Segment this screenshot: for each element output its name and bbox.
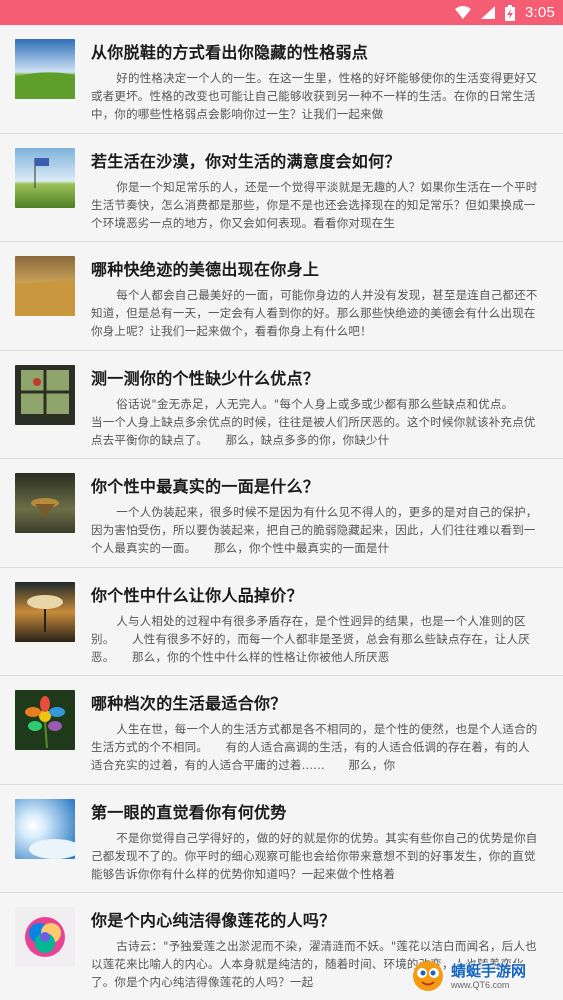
article-thumbnail (15, 39, 75, 99)
list-item[interactable]: 第一眼的直觉看你有何优势 不是你觉得自己学得好的，做的好的就是你的优势。其实有些… (0, 784, 563, 893)
article-title[interactable]: 你个性中最真实的一面是什么？ (91, 473, 553, 497)
article-summary: 俗话说"金无赤足，人无完人。"每个人身上或多或少都有那么些缺点和优点。 当一个人… (91, 396, 536, 447)
article-summary: 人生在世，每一个人的生活方式都是各不相同的，是个性的使然，也是个人适合的生活方式… (91, 722, 538, 772)
article-title[interactable]: 测一测你的个性缺少什么优点？ (91, 365, 553, 389)
article-summary: 你是一个知足常乐的人，还是一个觉得平淡就是无趣的人？如果你生活在一个平时生活节奏… (91, 179, 538, 230)
list-item[interactable]: 测一测你的个性缺少什么优点？ 俗话说"金无赤足，人无完人。"每个人身上或多或少都… (0, 350, 563, 459)
article-title[interactable]: 从你脱鞋的方式看出你隐藏的性格弱点 (91, 39, 553, 63)
article-thumbnail (15, 147, 75, 208)
article-thumbnail (15, 256, 75, 316)
article-thumbnail (15, 581, 75, 642)
article-summary: 一个人伪装起来，很多时候不是因为有什么见不得人的，更多的是对自己的保护，因为害怕… (91, 505, 538, 555)
battery-charging-icon (505, 4, 515, 21)
article-title[interactable]: 哪种档次的生活最适合你？ (91, 690, 553, 714)
article-summary: 人与人相处的过程中有很多矛盾存在，是个性迥异的结果，也是一个人准则的区别。 人性… (91, 613, 530, 664)
list-item[interactable]: 从你脱鞋的方式看出你隐藏的性格弱点 好的性格决定一个人的一生。在这一生里，性格的… (0, 25, 563, 134)
article-title[interactable]: 若生活在沙漠，你对生活的满意度会如何？ (91, 148, 553, 172)
article-title[interactable]: 你是个内心纯洁得像莲花的人吗？ (91, 907, 553, 931)
article-thumbnail (15, 364, 75, 425)
watermark-url: www.QT6.com (451, 980, 510, 990)
list-item[interactable]: 哪种快绝迹的美德出现在你身上 每个人都会自己最美好的一面，可能你身边的人并没有发… (0, 242, 563, 351)
article-title[interactable]: 哪种快绝迹的美德出现在你身上 (91, 256, 553, 280)
article-summary: 每个人都会自己最美好的一面，可能你身边的人并没有发现，甚至是连自己都还不知道，但… (91, 288, 538, 338)
article-title[interactable]: 你个性中什么让你人品掉价？ (91, 582, 553, 606)
list-item[interactable]: 你个性中什么让你人品掉价？ 人与人相处的过程中有很多矛盾存在，是个性迥异的结果，… (0, 567, 563, 676)
article-title[interactable]: 第一眼的直觉看你有何优势 (91, 799, 553, 823)
list-item[interactable]: 哪种档次的生活最适合你？ 人生在世，每一个人的生活方式都是各不相同的，是个性的使… (0, 676, 563, 785)
list-item[interactable]: 若生活在沙漠，你对生活的满意度会如何？ 你是一个知足常乐的人，还是一个觉得平淡就… (0, 133, 563, 242)
article-thumbnail (15, 473, 75, 533)
site-watermark: 蜻蜓手游网 www.QT6.com (409, 956, 559, 998)
dragonfly-logo-icon (409, 956, 447, 998)
signal-icon (481, 6, 495, 19)
list-item[interactable]: 你个性中最真实的一面是什么？ 一个人伪装起来，很多时候不是因为有什么见不得人的，… (0, 459, 563, 568)
article-summary: 不是你觉得自己学得好的，做的好的就是你的优势。其实有些你自己的优势是你自己都发现… (91, 830, 538, 881)
watermark-title: 蜻蜓手游网 (451, 962, 527, 980)
status-bar: 3:05 (0, 0, 563, 25)
article-list[interactable]: 从你脱鞋的方式看出你隐藏的性格弱点 好的性格决定一个人的一生。在这一生里，性格的… (0, 25, 563, 1000)
clock: 3:05 (525, 4, 555, 21)
article-thumbnail (15, 690, 75, 750)
article-thumbnail (15, 798, 75, 859)
article-thumbnail (15, 907, 75, 967)
article-summary: 好的性格决定一个人的一生。在这一生里，性格的好坏能够使你的生活变得更好又或者更坏… (91, 71, 538, 121)
wifi-icon (455, 6, 471, 19)
